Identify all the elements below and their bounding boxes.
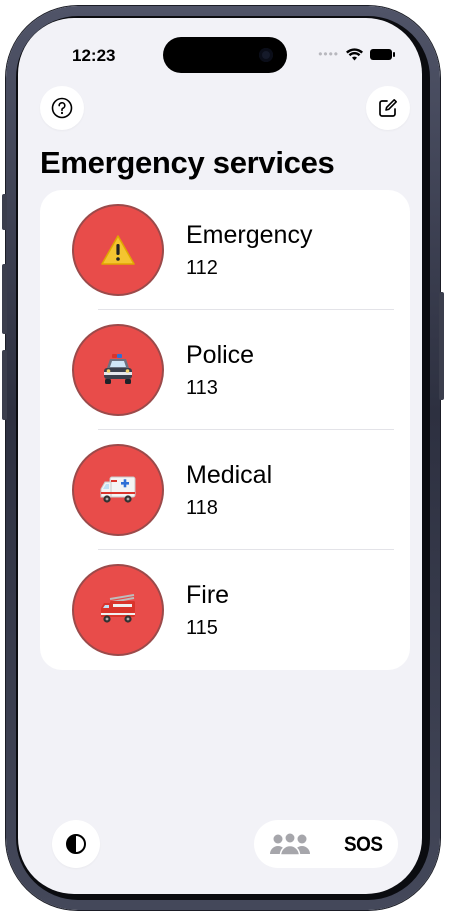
service-icon-circle [72,324,164,416]
contacts-button[interactable] [268,830,312,863]
compose-icon [379,99,397,117]
volume-up-button [2,264,7,334]
status-time: 12:23 [72,46,116,65]
service-name: Police [186,341,255,369]
help-button[interactable] [40,86,84,130]
service-icon-circle [72,444,164,536]
front-camera [259,48,273,62]
service-row-fire[interactable]: Fire 115 [40,550,410,670]
power-button [439,292,444,400]
wifi-icon [346,47,363,60]
fire-engine-icon [101,594,135,623]
edit-button[interactable] [366,86,410,130]
dynamic-island [163,37,287,73]
service-row-medical[interactable]: Medical 118 [40,430,410,550]
sos-button[interactable]: SOS [344,833,383,857]
group-icon [270,832,310,856]
ambulance-icon [100,476,136,503]
service-name: Emergency [186,221,313,249]
service-number: 113 [186,377,218,399]
screen: 12:23 •••• Emergency services Emergency … [18,18,422,894]
services-card: Emergency 112 Police 113 Medical 118 Fir… [40,190,410,670]
theme-toggle-button[interactable] [52,820,100,868]
service-icon-circle [72,204,164,296]
battery-icon [370,48,395,60]
page-title: Emergency services [40,145,335,180]
service-number: 118 [186,497,218,519]
signal-icon: •••• [318,47,339,61]
service-icon-circle [72,564,164,656]
warning-icon [101,235,135,265]
service-number: 115 [186,617,218,639]
service-row-police[interactable]: Police 113 [40,310,410,430]
action-button [2,194,7,230]
contrast-icon [66,834,86,854]
volume-down-button [2,350,7,420]
service-number: 112 [186,257,218,279]
service-row-emergency[interactable]: Emergency 112 [40,190,410,310]
service-name: Fire [186,581,230,609]
police-car-icon [104,354,132,384]
bottom-actions: SOS [254,820,398,868]
question-circle-icon [51,97,73,119]
service-name: Medical [186,461,273,489]
status-icons: •••• [318,47,395,61]
